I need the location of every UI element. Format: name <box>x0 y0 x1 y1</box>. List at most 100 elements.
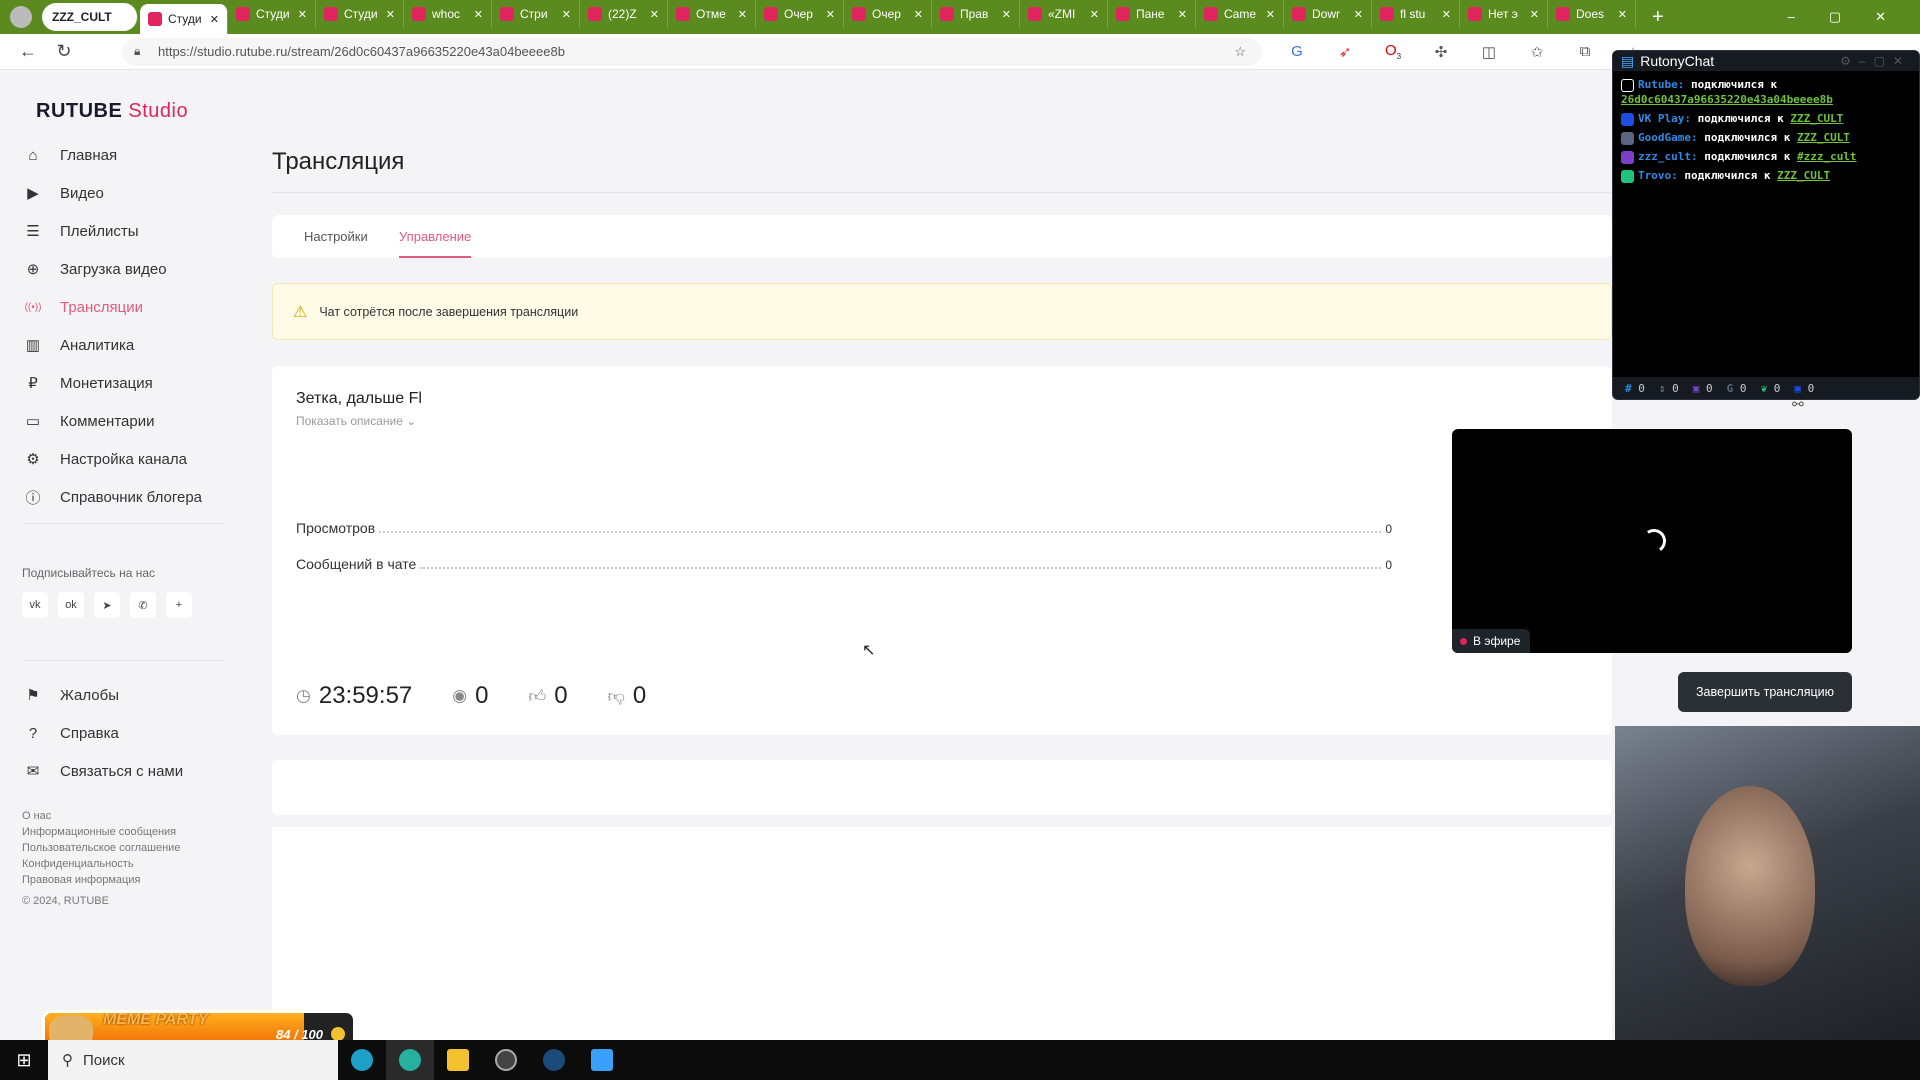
extension-icon[interactable]: ➶ <box>1332 43 1358 61</box>
close-tab-icon[interactable]: ✕ <box>1002 8 1011 21</box>
sidebar-item[interactable]: ⚑ Жалобы <box>24 680 119 710</box>
window-controls[interactable]: –▢✕ <box>1788 9 1920 25</box>
channel-link[interactable]: 26d0c60437a96635220e43a04beeee8b <box>1621 93 1833 106</box>
rutony-chat-window[interactable]: ▤ RutonyChat ⚙–▢✕ Rutube: подключился к 26… <box>1612 50 1920 400</box>
footer-link[interactable]: Конфиденциальность <box>22 858 134 870</box>
main-content: Трансляция Настройки Управление ⚠ Чат сот… <box>272 70 1852 1040</box>
channel-link[interactable]: ZZZ_CULT <box>1797 131 1850 144</box>
rutube-studio-logo[interactable]: RUTUBE Studio <box>36 100 188 123</box>
new-tab-button[interactable]: + <box>1652 6 1664 29</box>
taskbar-search[interactable]: ⚲ Поиск <box>48 1040 338 1080</box>
browser-tab[interactable]: Came ✕ <box>1196 0 1284 28</box>
video-preview[interactable]: В эфире <box>1452 429 1852 653</box>
close-tab-icon[interactable]: ✕ <box>1530 8 1539 21</box>
puzzle-icon[interactable]: ✣ <box>1428 43 1454 61</box>
footer-link[interactable]: Правовая информация <box>22 874 140 886</box>
browser-tab[interactable]: Стри ✕ <box>492 0 580 28</box>
footer-link[interactable]: Информационные сообщения <box>22 826 176 838</box>
webcam-overlay <box>1615 726 1920 1040</box>
sidebar-item[interactable]: ? Справка <box>24 718 119 748</box>
ok-icon[interactable]: ok <box>58 592 84 618</box>
browser-tab[interactable]: Студи ✕ <box>228 0 316 28</box>
profile-button[interactable]: ZZZ_CULT <box>42 3 138 31</box>
close-tab-icon[interactable]: ✕ <box>210 13 219 26</box>
edge-active-icon[interactable] <box>386 1040 434 1080</box>
sidebar-item[interactable]: ✉ Связаться с нами <box>24 756 183 786</box>
browser-tab[interactable]: Dowr ✕ <box>1284 0 1372 28</box>
telegram-icon[interactable]: ➤ <box>94 592 120 618</box>
browser-tab[interactable]: Пане ✕ <box>1108 0 1196 28</box>
profile-avatar[interactable] <box>10 6 32 28</box>
close-tab-icon[interactable]: ✕ <box>298 8 307 21</box>
browser-tab[interactable]: Студи ✕ <box>140 4 228 34</box>
steam-icon[interactable] <box>530 1040 578 1080</box>
more-icon[interactable]: + <box>166 592 192 618</box>
browser-tab[interactable]: Прав ✕ <box>932 0 1020 28</box>
browser-tab[interactable]: Очер ✕ <box>756 0 844 28</box>
close-tab-icon[interactable]: ✕ <box>826 8 835 21</box>
sidebar-item[interactable]: ▥ Аналитика <box>24 330 134 360</box>
close-tab-icon[interactable]: ✕ <box>1618 8 1627 21</box>
footer-link[interactable]: Пользовательское соглашение <box>22 842 180 854</box>
platform-counter: ❦ 0 <box>1760 381 1781 395</box>
close-tab-icon[interactable]: ✕ <box>386 8 395 21</box>
back-icon[interactable]: ← <box>10 41 46 62</box>
widget-title: MEME PARTY <box>103 1011 209 1028</box>
browser-tab[interactable]: Does ✕ <box>1548 0 1636 28</box>
reload-icon[interactable]: ↻ <box>46 41 82 62</box>
explorer-icon[interactable] <box>434 1040 482 1080</box>
sidebar-item[interactable]: ₽ Монетизация <box>24 368 152 398</box>
show-description-toggle[interactable]: Показать описание ⌄ <box>296 414 416 428</box>
close-tab-icon[interactable]: ✕ <box>1266 8 1275 21</box>
favorites-icon[interactable]: ✩ <box>1524 43 1550 61</box>
favicon-icon <box>940 7 954 21</box>
windows-start-icon[interactable]: ⊞ <box>0 1050 48 1071</box>
close-tab-icon[interactable]: ✕ <box>1442 8 1451 21</box>
footer-link[interactable]: О нас <box>22 810 51 822</box>
browser-tab[interactable]: (22)Z ✕ <box>580 0 668 28</box>
tab-management[interactable]: Управление <box>399 229 472 258</box>
close-tab-icon[interactable]: ✕ <box>738 8 747 21</box>
split-icon[interactable]: ◫ <box>1476 43 1502 61</box>
sidebar-item[interactable]: ☰ Плейлисты <box>24 216 138 246</box>
sidebar-item[interactable]: ⚙ Настройка канала <box>24 444 187 474</box>
sidebar-item[interactable]: ⓘ Справочник блогера <box>24 482 202 512</box>
rutony-taskbar-icon[interactable] <box>578 1040 626 1080</box>
channel-link[interactable]: ZZZ_CULT <box>1777 169 1830 182</box>
close-tab-icon[interactable]: ✕ <box>1090 8 1099 21</box>
close-tab-icon[interactable]: ✕ <box>474 8 483 21</box>
close-tab-icon[interactable]: ✕ <box>1354 8 1363 21</box>
extension-badge-icon[interactable]: O3 <box>1380 42 1406 61</box>
edge-icon[interactable] <box>338 1040 386 1080</box>
close-tab-icon[interactable]: ✕ <box>562 8 571 21</box>
browser-tab[interactable]: «ZMI ✕ <box>1020 0 1108 28</box>
sidebar-item[interactable]: ⌂ Главная <box>24 140 117 170</box>
close-tab-icon[interactable]: ✕ <box>1178 8 1187 21</box>
star-icon[interactable]: ☆ <box>1234 44 1246 60</box>
channel-link[interactable]: #zzz_cult <box>1797 150 1857 163</box>
browser-tab[interactable]: whoc ✕ <box>404 0 492 28</box>
sidebar-item[interactable]: ▶ Видео <box>24 178 104 208</box>
close-tab-icon[interactable]: ✕ <box>914 8 923 21</box>
viber-icon[interactable]: ✆ <box>130 592 156 618</box>
tab-settings[interactable]: Настройки <box>304 229 368 256</box>
close-tab-icon[interactable]: ✕ <box>650 8 659 21</box>
sidebar-item[interactable]: ⊕ Загрузка видео <box>24 254 167 284</box>
copyright: © 2024, RUTUBE <box>22 895 109 907</box>
url-input[interactable]: 🔒︎ https://studio.rutube.ru/stream/26d0c6… <box>122 37 1262 66</box>
channel-link[interactable]: ZZZ_CULT <box>1790 112 1843 125</box>
window-controls[interactable]: ⚙–▢✕ <box>1840 54 1919 68</box>
browser-tab[interactable]: Очер ✕ <box>844 0 932 28</box>
translate-icon[interactable]: G <box>1284 43 1310 60</box>
obs-icon[interactable] <box>482 1040 530 1080</box>
sidebar-item[interactable]: ((•)) Трансляции <box>24 292 143 322</box>
vk-icon[interactable]: vk <box>22 592 48 618</box>
sidebar-item[interactable]: ▭ Комментарии <box>24 406 155 436</box>
browser-tab[interactable]: Отме ✕ <box>668 0 756 28</box>
collections-icon[interactable]: ⧉ <box>1572 43 1598 60</box>
end-stream-button[interactable]: Завершить трансляцию <box>1678 672 1852 712</box>
browser-tab[interactable]: fl stu ✕ <box>1372 0 1460 28</box>
platform-icon <box>1621 112 1634 126</box>
browser-tab[interactable]: Студи ✕ <box>316 0 404 28</box>
browser-tab[interactable]: Нет э ✕ <box>1460 0 1548 28</box>
